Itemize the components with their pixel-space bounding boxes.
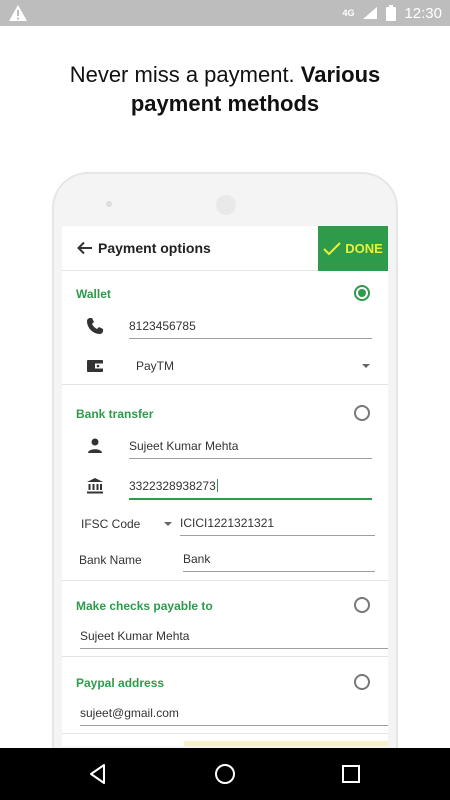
- status-bar: 4G 12:30: [0, 0, 450, 26]
- signal-icon: 4G: [342, 8, 355, 18]
- checks-payee-input[interactable]: Sujeet Kumar Mehta: [80, 629, 388, 649]
- home-nav-icon[interactable]: [213, 762, 237, 786]
- account-holder-input[interactable]: Sujeet Kumar Mehta: [129, 439, 372, 459]
- signal-bars-icon: [363, 7, 378, 19]
- paypal-radio[interactable]: [354, 674, 370, 690]
- headline-bold-inline: Various: [300, 62, 381, 87]
- wallet-icon: [87, 360, 103, 372]
- account-number-input[interactable]: 3322328938273: [129, 479, 372, 500]
- bank-transfer-title: Bank transfer: [76, 407, 154, 421]
- check-icon: [323, 241, 341, 255]
- headline: Never miss a payment. Various payment me…: [0, 60, 450, 118]
- recents-nav-icon[interactable]: [339, 762, 363, 786]
- wallet-title: Wallet: [76, 287, 111, 301]
- status-time: 12:30: [404, 4, 442, 22]
- checks-radio[interactable]: [354, 597, 370, 613]
- done-button[interactable]: DONE: [318, 226, 388, 271]
- paypal-email-input[interactable]: sujeet@gmail.com: [80, 706, 388, 726]
- page-title: Payment options: [98, 240, 211, 256]
- paypal-title: Paypal address: [76, 676, 165, 690]
- text-caret: [216, 479, 218, 492]
- divider: [62, 733, 388, 734]
- next-section-hint: [184, 741, 388, 746]
- checks-title: Make checks payable to: [76, 599, 213, 613]
- wallet-radio[interactable]: [354, 285, 370, 301]
- wallet-provider-select[interactable]: PayTM: [136, 359, 174, 373]
- camera-dot: [106, 201, 112, 207]
- phone-icon: [87, 318, 103, 334]
- account-number-value: 3322328938273: [129, 479, 216, 493]
- done-label: DONE: [345, 241, 383, 256]
- phone-number-input[interactable]: 8123456785: [129, 319, 372, 339]
- warning-icon: [9, 5, 27, 21]
- speaker-dot: [216, 195, 236, 215]
- chevron-down-icon[interactable]: [362, 364, 370, 368]
- bank-name-input[interactable]: Bank: [183, 552, 375, 572]
- divider: [62, 384, 388, 385]
- divider: [62, 580, 388, 581]
- back-nav-icon[interactable]: [86, 762, 110, 786]
- back-arrow-icon[interactable]: [76, 239, 94, 257]
- phone-screen: Payment options DONE Wallet 8123456785 P…: [62, 226, 388, 746]
- ifsc-label: IFSC Code: [81, 517, 141, 531]
- battery-icon: [386, 5, 397, 21]
- divider: [62, 656, 388, 657]
- bank-name-label: Bank Name: [79, 553, 142, 567]
- bank-icon: [87, 478, 103, 494]
- chevron-down-icon[interactable]: [164, 522, 172, 526]
- ifsc-input[interactable]: ICICI1221321321: [180, 516, 375, 536]
- navigation-bar: [0, 748, 450, 800]
- person-icon: [88, 438, 102, 453]
- headline-regular: Never miss a payment.: [69, 62, 295, 87]
- bank-transfer-radio[interactable]: [354, 405, 370, 421]
- headline-bold-line2: payment methods: [130, 91, 320, 116]
